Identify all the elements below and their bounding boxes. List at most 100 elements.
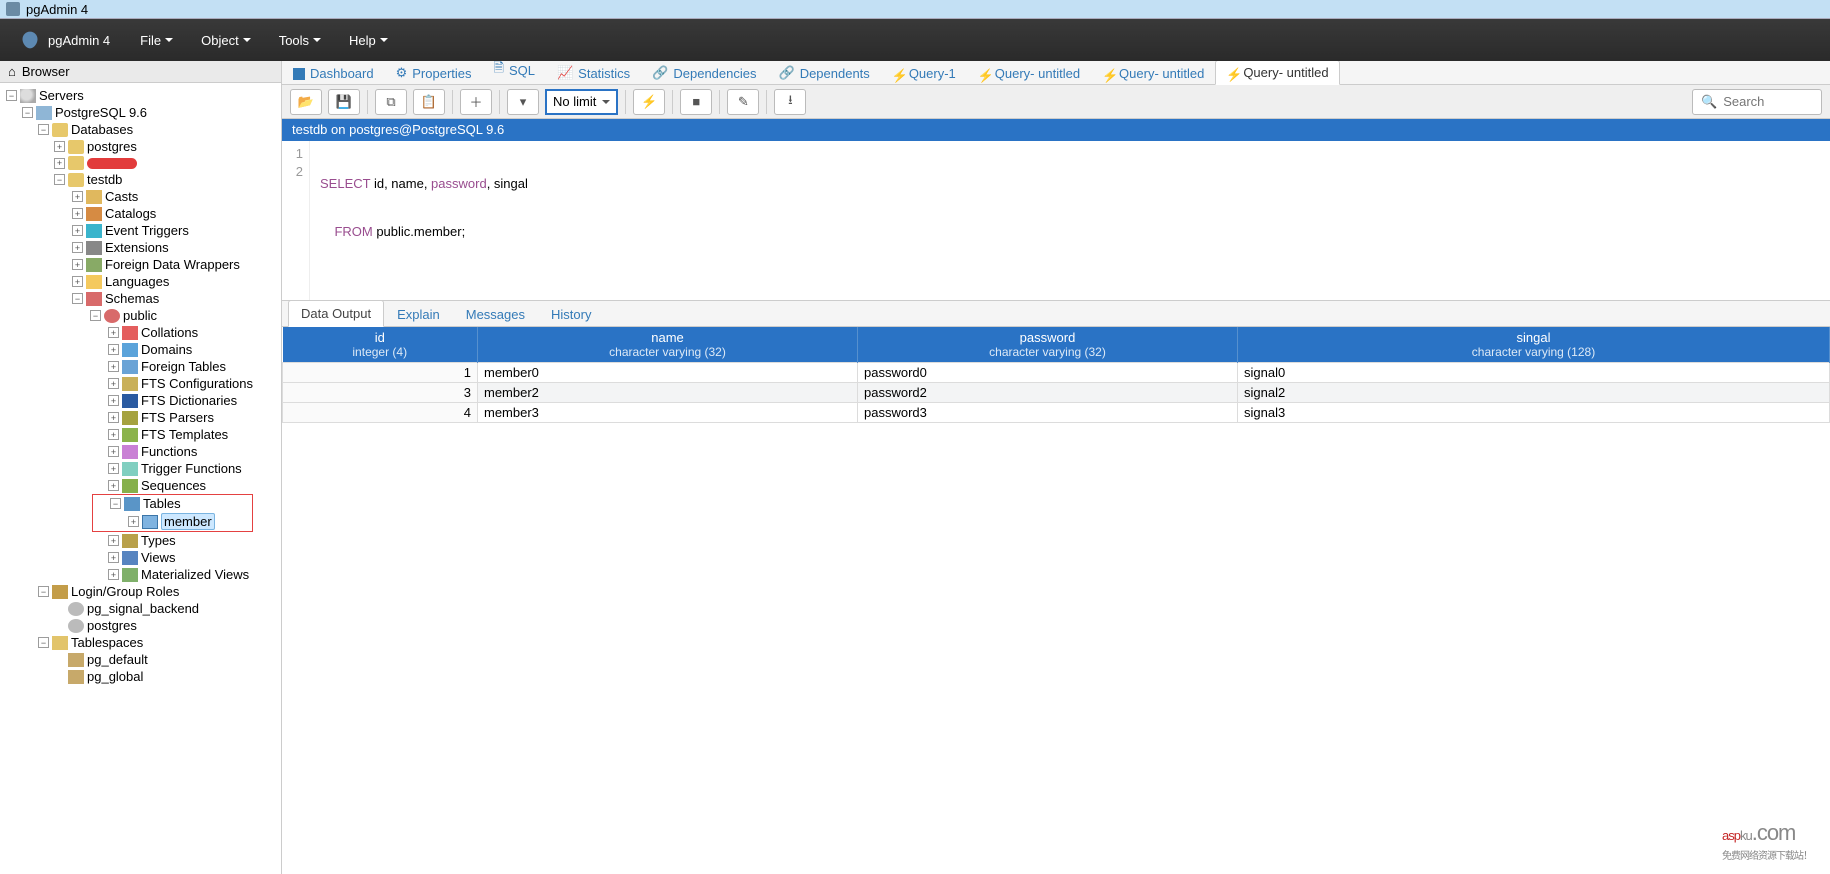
tree-event-triggers[interactable]: +Event Triggers [0,222,281,239]
tree-fts-pars[interactable]: +FTS Parsers [0,409,281,426]
top-menu: File Object Tools Help [140,33,388,48]
topbar: pgAdmin 4 File Object Tools Help [0,19,1830,61]
table-row[interactable]: 3member2password2signal2 [283,383,1830,403]
tree-collations[interactable]: +Collations [0,324,281,341]
col-singal[interactable]: singalcharacter varying (128) [1238,327,1830,363]
document-icon: 🗎 [494,61,504,81]
col-name[interactable]: namecharacter varying (32) [478,327,858,363]
tab-query-untitled-b[interactable]: ⚡Query- untitled [1091,61,1215,85]
tab-sql[interactable]: 🗎SQL [483,61,546,85]
col-password[interactable]: passwordcharacter varying (32) [858,327,1238,363]
bolt-icon: ⚡ [978,68,990,80]
stop-button[interactable]: ■ [680,89,712,115]
tree-servers[interactable]: −Servers [0,87,281,104]
link-icon: 🔗 [652,65,668,81]
menu-file[interactable]: File [140,33,173,48]
add-button[interactable]: ＋ [460,89,492,115]
tree-schemas[interactable]: −Schemas [0,290,281,307]
tree-tablespaces[interactable]: −Tablespaces [0,634,281,651]
col-id[interactable]: idinteger (4) [283,327,478,363]
tree-fts-dict[interactable]: +FTS Dictionaries [0,392,281,409]
browser-header: ⌂ Browser [0,61,281,83]
tab-properties[interactable]: ⚙Properties [385,61,483,85]
tree-role-postgres[interactable]: postgres [0,617,281,634]
tree-fdw[interactable]: +Foreign Data Wrappers [0,256,281,273]
tree-languages[interactable]: +Languages [0,273,281,290]
logo: pgAdmin 4 [20,30,110,50]
menu-help[interactable]: Help [349,33,388,48]
tab-dependencies[interactable]: 🔗Dependencies [641,61,767,85]
tree-functions[interactable]: +Functions [0,443,281,460]
tab-query-1[interactable]: ⚡Query-1 [881,61,967,85]
execute-button[interactable]: ⚡ [633,89,665,115]
tree-pg-default[interactable]: pg_default [0,651,281,668]
plus-icon: ＋ [469,92,482,111]
table-row[interactable]: 1member0password0signal0 [283,363,1830,383]
table-row[interactable]: 4member3password3signal3 [283,403,1830,423]
search-box[interactable]: 🔍 [1692,89,1822,115]
paste-icon: 📋 [421,94,437,110]
limit-select[interactable]: No limit [545,89,618,115]
search-icon: 🔍 [1701,94,1717,110]
tree-views[interactable]: +Views [0,549,281,566]
tree-catalogs[interactable]: +Catalogs [0,205,281,222]
bolt-icon: ⚡ [1226,67,1238,79]
tree-db-testdb[interactable]: −testdb [0,171,281,188]
bolt-icon: ⚡ [892,68,904,80]
save-button[interactable]: 💾 [328,89,360,115]
tab-query-untitled-a[interactable]: ⚡Query- untitled [967,61,1091,85]
tree-db-redacted[interactable]: + [0,155,281,171]
tree-databases[interactable]: −Databases [0,121,281,138]
content-area: Dashboard ⚙Properties 🗎SQL 📈Statistics 🔗… [282,61,1830,874]
menu-tools[interactable]: Tools [279,33,321,48]
tab-query-untitled-active[interactable]: ⚡Query- untitled [1215,61,1339,85]
rtab-explain[interactable]: Explain [384,301,453,327]
sql-editor[interactable]: 12 SELECT id, name, password, singal FRO… [282,141,1830,301]
tab-dashboard[interactable]: Dashboard [282,61,385,85]
tree-pg-global[interactable]: pg_global [0,668,281,685]
paste-button[interactable]: 📋 [413,89,445,115]
download-button[interactable]: ⭳ [774,89,806,115]
rtab-history[interactable]: History [538,301,604,327]
gear-icon: ⚙ [396,65,408,81]
sql-text[interactable]: SELECT id, name, password, singal FROM p… [310,141,538,300]
home-icon: ⌂ [8,64,16,79]
tree-login-roles[interactable]: −Login/Group Roles [0,583,281,600]
tree-casts[interactable]: +Casts [0,188,281,205]
tree-server-pg96[interactable]: −PostgreSQL 9.6 [0,104,281,121]
tree-domains[interactable]: +Domains [0,341,281,358]
connection-status: testdb on postgres@PostgreSQL 9.6 [282,119,1830,141]
tree-db-postgres[interactable]: +postgres [0,138,281,155]
tree-types[interactable]: +Types [0,532,281,549]
search-input[interactable] [1723,94,1813,109]
main-tabs: Dashboard ⚙Properties 🗎SQL 📈Statistics 🔗… [282,61,1830,85]
tree-pg-signal-backend[interactable]: pg_signal_backend [0,600,281,617]
tab-statistics[interactable]: 📈Statistics [546,61,641,85]
tab-dependents[interactable]: 🔗Dependents [768,61,881,85]
watermark: aspku.com 免费网络资源下载站！ [1722,817,1812,862]
edit-button[interactable]: ✎ [727,89,759,115]
copy-button[interactable]: ⧉ [375,89,407,115]
open-button[interactable]: 📂 [290,89,322,115]
tree-table-member[interactable]: +member [94,512,251,531]
menu-object[interactable]: Object [201,33,251,48]
tree-mat-views[interactable]: +Materialized Views [0,566,281,583]
rtab-messages[interactable]: Messages [453,301,538,327]
save-icon: 💾 [336,94,352,110]
tree-foreign-tables[interactable]: +Foreign Tables [0,358,281,375]
bolt-icon: ⚡ [1102,68,1114,80]
pencil-icon: ✎ [738,94,749,110]
tree-fts-conf[interactable]: +FTS Configurations [0,375,281,392]
filter-button[interactable]: ▾ [507,89,539,115]
tree-tables[interactable]: −Tables [94,495,251,512]
rtab-data-output[interactable]: Data Output [288,300,384,327]
tree-extensions[interactable]: +Extensions [0,239,281,256]
dashboard-icon [293,68,305,80]
query-toolbar: 📂 💾 ⧉ 📋 ＋ ▾ No limit ⚡ ■ ✎ ⭳ 🔍 [282,85,1830,119]
tree-fts-tmpl[interactable]: +FTS Templates [0,426,281,443]
result-grid[interactable]: idinteger (4)namecharacter varying (32)p… [282,327,1830,874]
tree-sequences[interactable]: +Sequences [0,477,281,494]
tree-public[interactable]: −public [0,307,281,324]
tree-trigger-functions[interactable]: +Trigger Functions [0,460,281,477]
app-icon [6,2,20,16]
